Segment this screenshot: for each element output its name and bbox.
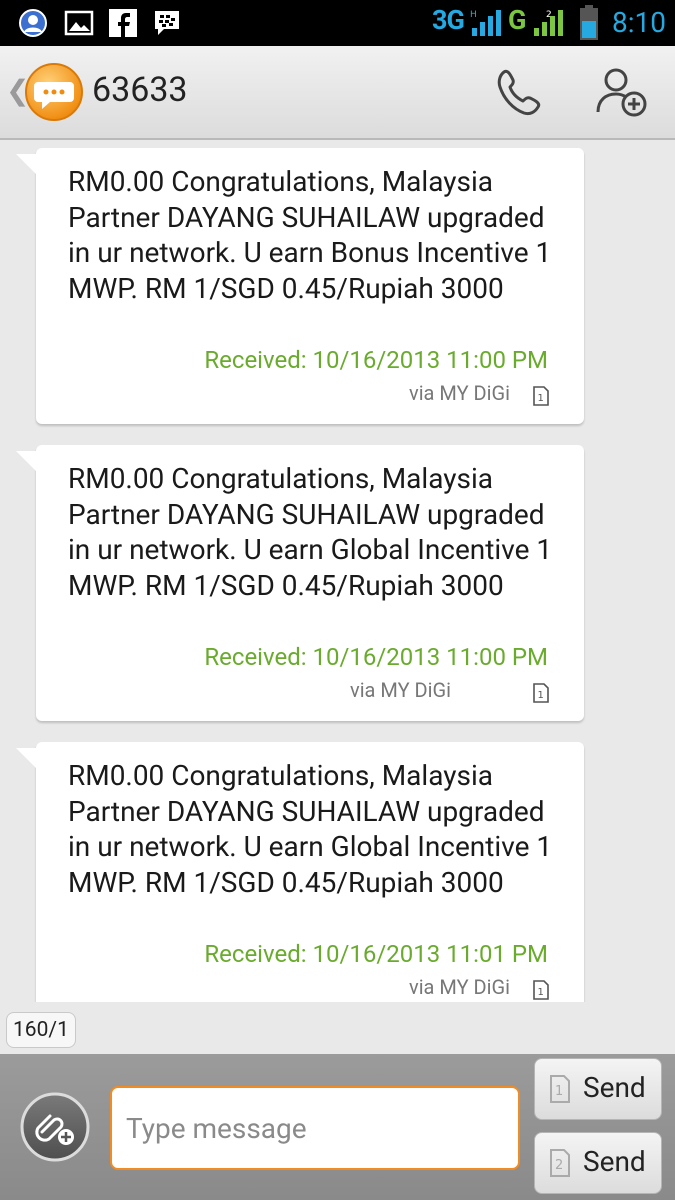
sim-carrier-label: via MY DiGi [350, 678, 452, 702]
sim-card-icon: 1 [533, 980, 549, 1000]
character-counter: 160/1 [6, 1012, 76, 1048]
sim-card-icon: 1 [533, 386, 549, 406]
svg-text:1: 1 [555, 1084, 563, 1099]
sim-carrier-label: via MY DiGi [409, 975, 511, 999]
contacts-icon [19, 9, 47, 37]
message-input[interactable] [110, 1086, 520, 1170]
send-sim1-button[interactable]: 1 Send [534, 1058, 662, 1120]
message-text: RM0.00 Congratulations, Malaysia Partner… [68, 165, 552, 305]
send-sim2-label: Send [583, 1145, 646, 1178]
contact-avatar-icon[interactable] [24, 62, 84, 122]
received-timestamp: Received: 10/16/2013 11:00 PM [204, 643, 548, 671]
message-bubble[interactable]: RM0.00 Congratulations, Malaysia Partner… [16, 148, 584, 424]
network-type-label: 3G [432, 4, 465, 36]
svg-text:H: H [470, 10, 477, 20]
send-sim2-button[interactable]: 2 Send [534, 1132, 662, 1194]
svg-text:1: 1 [538, 690, 544, 701]
received-timestamp: Received: 10/16/2013 11:01 PM [204, 940, 548, 968]
attach-icon[interactable] [20, 1092, 90, 1162]
message-text: RM0.00 Congratulations, Malaysia Partner… [68, 759, 553, 899]
bbm-icon [155, 11, 179, 35]
network-g-label: G [508, 4, 527, 36]
sim-2-icon: 2 [550, 1149, 570, 1177]
conversation-header: ❮ 63633 [0, 46, 675, 140]
message-bubble[interactable]: RM0.00 Congratulations, Malaysia Partner… [16, 445, 584, 721]
sim-carrier-label: via MY DiGi [409, 381, 511, 405]
signal-strength-2-icon: 2 [534, 10, 563, 36]
status-bar: 3G H G 2 8:10 [0, 0, 675, 46]
sim-1-icon: 1 [550, 1075, 570, 1103]
clock: 8:10 [612, 6, 666, 39]
battery-icon [580, 5, 598, 40]
received-timestamp: Received: 10/16/2013 11:00 PM [204, 346, 548, 374]
signal-strength-icon: H [470, 10, 501, 36]
gallery-icon [64, 10, 94, 36]
bubble-tail [16, 748, 38, 770]
svg-text:2: 2 [555, 1158, 563, 1173]
add-contact-icon[interactable] [594, 64, 652, 122]
message-bubble[interactable]: RM0.00 Congratulations, Malaysia Partner… [16, 742, 584, 1002]
facebook-icon [109, 9, 137, 37]
conversation-title: 63633 [92, 70, 188, 110]
bubble-tail [16, 451, 38, 473]
sim-card-icon: 1 [533, 683, 549, 703]
phone-call-icon[interactable] [492, 66, 548, 122]
svg-text:1: 1 [538, 393, 544, 404]
send-sim1-label: Send [583, 1071, 646, 1104]
compose-bar: 1 Send 2 Send [0, 1054, 675, 1200]
svg-text:1: 1 [538, 987, 544, 998]
message-text: RM0.00 Congratulations, Malaysia Partner… [68, 462, 553, 602]
message-thread[interactable]: RM0.00 Congratulations, Malaysia Partner… [0, 140, 675, 1002]
bubble-tail [16, 154, 38, 176]
